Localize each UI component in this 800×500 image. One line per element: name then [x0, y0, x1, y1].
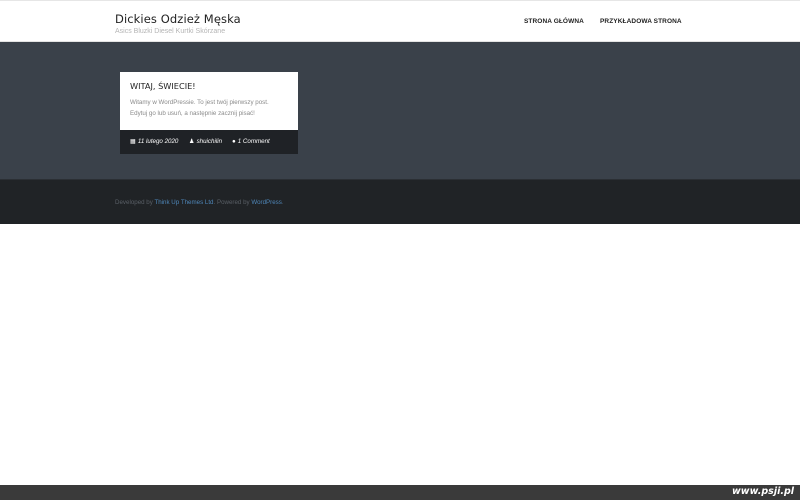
comments-icon: ● [232, 138, 236, 145]
watermark-text: www.psji.pl [732, 486, 794, 497]
user-icon: ♟ [189, 138, 195, 145]
wordpress-link[interactable]: WordPress [251, 199, 282, 206]
site-header: Dickies Odzież Męska Asics Bluzki Diesel… [0, 0, 800, 42]
credits-end: . [281, 199, 284, 206]
site-footer: Developed by Think Up Themes Ltd. Powere… [0, 179, 800, 224]
page: Dickies Odzież Męska Asics Bluzki Diesel… [0, 0, 800, 500]
nav-item-home[interactable]: STRONA GŁÓWNA [524, 18, 584, 25]
post-excerpt: Witamy w WordPressie. To jest twój pierw… [130, 97, 288, 119]
main-navigation: STRONA GŁÓWNA PRZYKŁADOWA STRONA [0, 18, 800, 28]
post-excerpt-line: Edytuj go lub usuń, a następnie zacznij … [130, 110, 255, 117]
post-title[interactable]: WITAJ, ŚWIECIE! [130, 81, 288, 91]
post-card-body: WITAJ, ŚWIECIE! Witamy w WordPressie. To… [120, 72, 298, 130]
developer-link[interactable]: Think Up Themes Ltd [154, 199, 213, 206]
post-card: WITAJ, ŚWIECIE! Witamy w WordPressie. To… [120, 72, 298, 154]
site-tagline: Asics Bluzki Diesel Kurtki Skórzane [115, 28, 226, 35]
post-date-text: 11 lutego 2020 [137, 138, 179, 145]
post-author[interactable]: ♟ shuichilin [189, 138, 222, 145]
credits-powered-by: . Powered by [213, 199, 250, 206]
post-date[interactable]: ▦ 11 lutego 2020 [130, 138, 178, 145]
credits-developed-by: Developed by [115, 199, 153, 206]
post-comments-text: 1 Comment [237, 138, 270, 145]
post-excerpt-line: Witamy w WordPressie. To jest twój pierw… [130, 99, 269, 106]
content-area: WITAJ, ŚWIECIE! Witamy w WordPressie. To… [0, 42, 800, 179]
post-comments[interactable]: ● 1 Comment [232, 138, 270, 145]
footer-credits: Developed by Think Up Themes Ltd. Powere… [115, 199, 284, 206]
post-author-text: shuichilin [196, 138, 223, 145]
watermark-bar: www.psji.pl [0, 485, 800, 500]
nav-item-sample-page[interactable]: PRZYKŁADOWA STRONA [600, 18, 682, 25]
calendar-icon: ▦ [130, 138, 136, 145]
post-meta: ▦ 11 lutego 2020 ♟ shuichilin ● 1 Comment [120, 130, 298, 154]
